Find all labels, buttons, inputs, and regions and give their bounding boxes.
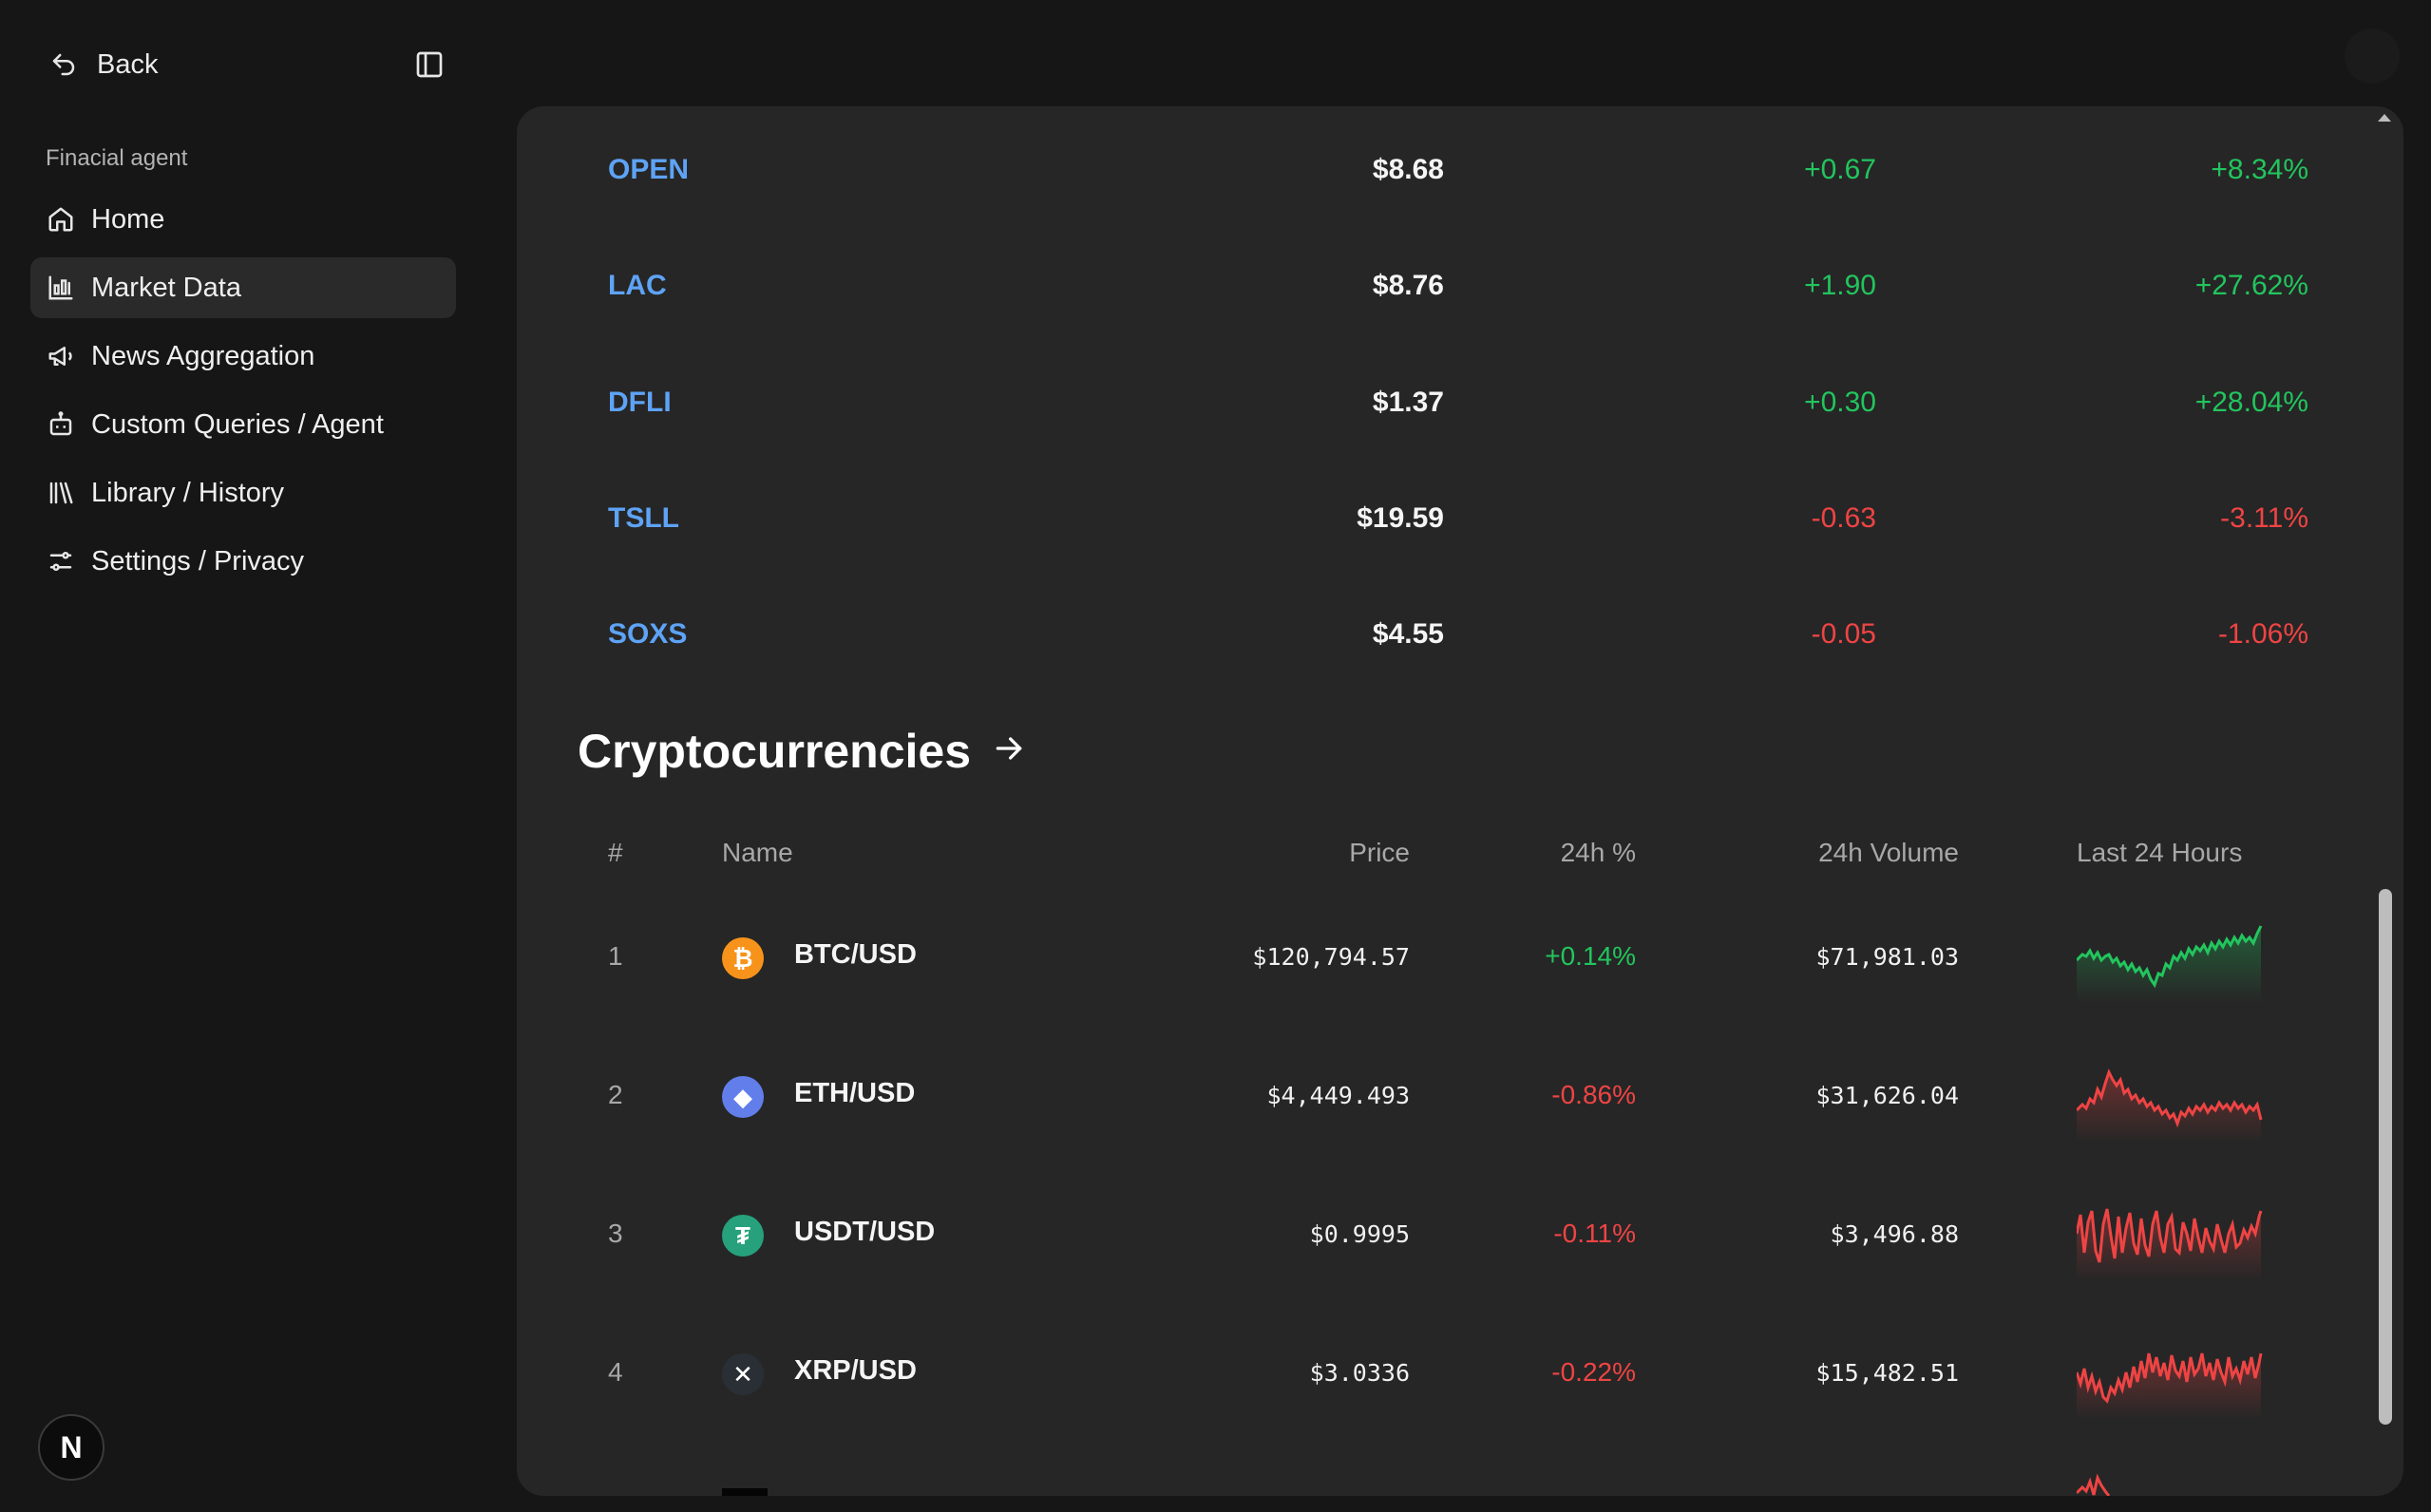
column-header-change: 24h %: [1560, 838, 1636, 867]
main-content: OPEN $8.68 +0.67 +8.34% LAC $8.76 +1.90 …: [517, 106, 2403, 1496]
section-label: Finacial agent: [46, 145, 188, 171]
table-row[interactable]: 2 ◆ ETH/USD $4,449.493 -0.86% $31,626.04: [608, 1057, 2263, 1143]
table-row[interactable]: 1 ₿ BTC/USD $120,794.57 +0.14% $71,981.0…: [608, 918, 2263, 1004]
sidebar-item-label: Home: [91, 203, 165, 235]
arrow-right-icon: [990, 724, 1028, 779]
table-row[interactable]: 4 ✕ XRP/USD $3.0336 -0.22% $15,482.51: [608, 1334, 2263, 1420]
tether-icon: ₮: [722, 1215, 764, 1257]
change-percent: -0.11%: [1553, 1219, 1636, 1248]
sidebar-toggle-button[interactable]: [410, 46, 448, 84]
library-icon: [46, 478, 76, 508]
price: $0.9995: [1309, 1220, 1410, 1248]
chart-icon: [46, 273, 76, 303]
sparkline-chart: [2077, 1068, 2263, 1143]
back-button[interactable]: Back: [49, 40, 158, 89]
sidebar-item-settings-privacy[interactable]: Settings / Privacy: [30, 531, 456, 592]
home-icon: [46, 204, 76, 235]
pair-name: BTC/USD: [794, 939, 917, 970]
sidebar-item-library-history[interactable]: Library / History: [30, 463, 456, 523]
pair-name: XRP/USD: [794, 1355, 917, 1386]
back-label: Back: [97, 48, 159, 80]
table-row[interactable]: TSLL $19.59 -0.63 -3.11%: [608, 490, 2308, 547]
sidebar-item-label: Market Data: [91, 272, 241, 303]
table-header: # Name Price 24h % 24h Volume Last 24 Ho…: [608, 830, 2242, 874]
sidebar-item-news-aggregation[interactable]: News Aggregation: [30, 326, 456, 387]
ethereum-icon: ◆: [722, 1076, 764, 1118]
table-row[interactable]: DFLI $1.37 +0.30 +28.04%: [608, 374, 2308, 431]
stock-percent: +28.04%: [2194, 387, 2308, 418]
table-row[interactable]: LAC $8.76 +1.90 +27.62%: [608, 257, 2308, 314]
section-title: Cryptocurrencies: [578, 725, 972, 778]
pair-name: USDT/USD: [794, 1217, 936, 1247]
column-header-rank: #: [608, 838, 623, 867]
scrollbar-thumb[interactable]: [2379, 889, 2392, 1425]
partial-row-icon: [722, 1488, 768, 1496]
xrp-icon: ✕: [722, 1353, 764, 1395]
column-header-price: Price: [1349, 838, 1410, 867]
avatar[interactable]: N: [38, 1414, 104, 1481]
pair-name: ETH/USD: [794, 1078, 916, 1108]
user-avatar-circle[interactable]: [2345, 28, 2400, 84]
volume: $31,626.04: [1815, 1082, 1959, 1109]
column-header-chart: Last 24 Hours: [2077, 838, 2243, 867]
table-row[interactable]: 3 ₮ USDT/USD $0.9995 -0.11% $3,496.88: [608, 1196, 2263, 1281]
sidebar-item-custom-queries[interactable]: Custom Queries / Agent: [30, 394, 456, 455]
partial-sparkline: [2077, 1473, 2111, 1496]
column-header-name: Name: [722, 838, 793, 867]
sidebar-item-label: Custom Queries / Agent: [91, 408, 384, 440]
sliders-icon: [46, 546, 76, 576]
undo-arrow-icon: [49, 50, 78, 79]
volume: $71,981.03: [1815, 943, 1959, 971]
column-header-volume: 24h Volume: [1818, 838, 1959, 867]
table-row[interactable]: OPEN $8.68 +0.67 +8.34%: [608, 142, 2308, 198]
rank: 4: [608, 1357, 623, 1387]
bitcoin-icon: ₿: [722, 937, 764, 979]
sidebar-item-label: News Aggregation: [91, 340, 315, 371]
sparkline-chart: [2077, 925, 2263, 1004]
table-row[interactable]: SOXS $4.55 -0.05 -1.06%: [608, 606, 2308, 663]
megaphone-icon: [46, 341, 76, 371]
sparkline-chart: [2077, 1208, 2263, 1281]
sidebar: Back Finacial agent Home Market Data New…: [0, 0, 513, 1512]
volume: $15,482.51: [1815, 1359, 1959, 1387]
stock-percent: +8.34%: [2211, 154, 2308, 185]
change-percent: -0.86%: [1551, 1080, 1636, 1109]
sidebar-nav: Home Market Data News Aggregation Custom…: [30, 189, 456, 599]
change-percent: +0.14%: [1545, 941, 1636, 971]
price: $120,794.57: [1252, 943, 1410, 971]
scroll-up-arrow-icon[interactable]: [2375, 108, 2394, 127]
sidebar-item-label: Settings / Privacy: [91, 545, 305, 576]
change-percent: -0.22%: [1551, 1357, 1636, 1387]
sparkline-chart: [2077, 1352, 2263, 1420]
crypto-section-link[interactable]: Cryptocurrencies: [578, 724, 1028, 779]
sidebar-item-home[interactable]: Home: [30, 189, 456, 250]
stock-percent: -1.06%: [2217, 618, 2308, 650]
sidebar-item-market-data[interactable]: Market Data: [30, 257, 456, 318]
rank: 2: [608, 1080, 623, 1109]
panel-left-icon: [414, 49, 445, 80]
stock-percent: -3.11%: [2220, 502, 2308, 534]
rank: 3: [608, 1219, 623, 1248]
stock-percent: +27.62%: [2194, 270, 2308, 301]
rank: 1: [608, 941, 623, 971]
price: $4,449.493: [1266, 1082, 1410, 1109]
sidebar-item-label: Library / History: [91, 477, 285, 508]
price: $3.0336: [1309, 1359, 1410, 1387]
volume: $3,496.88: [1830, 1220, 1959, 1248]
bot-icon: [46, 409, 76, 440]
